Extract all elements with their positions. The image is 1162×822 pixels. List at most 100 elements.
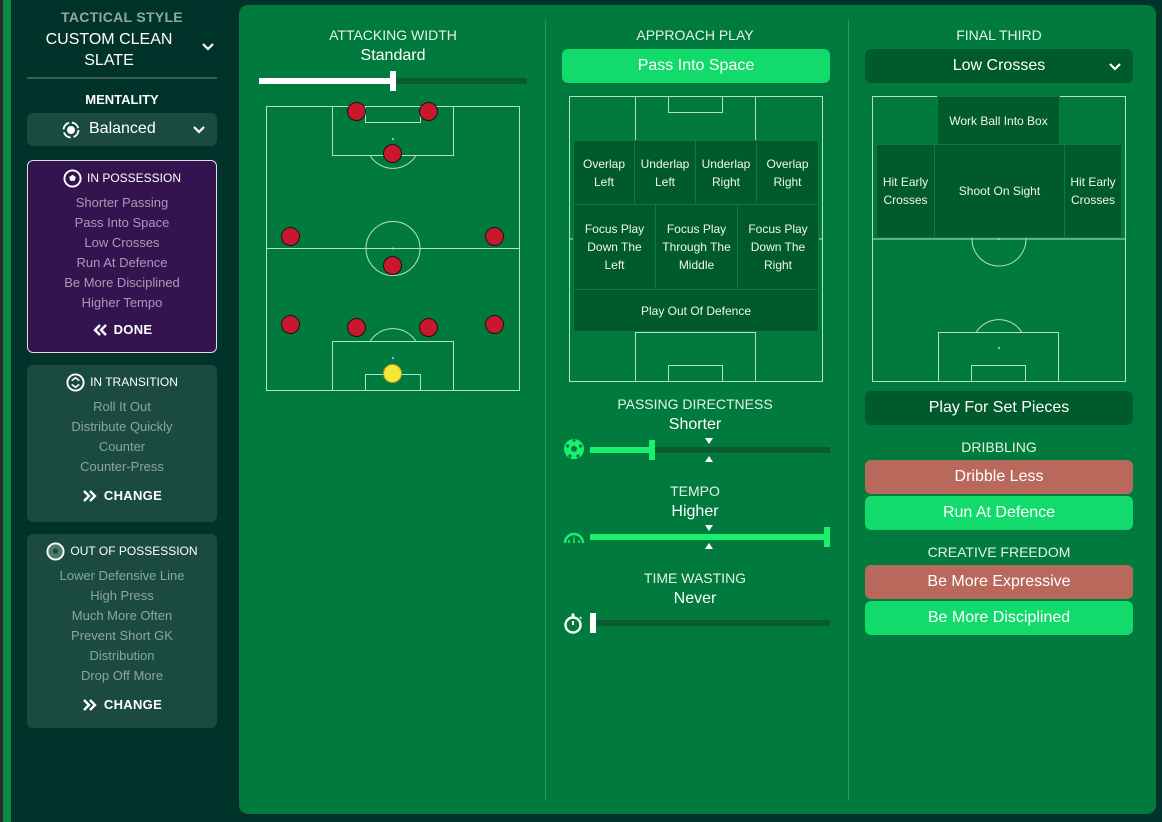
chevron-down-icon <box>193 126 205 134</box>
football-icon <box>564 439 584 459</box>
zone-underlap-right[interactable]: Underlap Right <box>695 140 757 205</box>
slider-handle[interactable] <box>648 440 655 460</box>
chevron-down-icon <box>1109 63 1121 71</box>
default-marker-icon <box>705 438 713 444</box>
final-third-dropdown[interactable]: Low Crosses <box>865 49 1133 83</box>
speedometer-icon <box>563 532 585 544</box>
slider-handle[interactable] <box>590 613 596 633</box>
time-wasting-slider[interactable] <box>590 613 830 633</box>
player-marker-dm[interactable] <box>383 255 402 275</box>
final-third-label: FINAL THIRD <box>956 27 1042 43</box>
instruction-item: Low Crosses <box>84 235 160 250</box>
double-chevron-right-icon <box>83 489 97 502</box>
chevron-down-icon[interactable] <box>201 40 215 54</box>
sidebar: TACTICAL STYLE CUSTOM CLEAN SLATE MENTAL… <box>11 0 233 822</box>
creative-freedom-label: CREATIVE FREEDOM <box>927 544 1071 560</box>
slider-handle[interactable] <box>824 527 830 547</box>
divider <box>27 77 217 79</box>
zone-work-ball-into-box[interactable]: Work Ball Into Box <box>937 96 1060 145</box>
slider-fill <box>590 447 652 453</box>
phase-title: IN TRANSITION <box>90 375 178 389</box>
instruction-item: Pass Into Space <box>74 215 170 230</box>
in-possession-panel: ATTACKING WIDTH Standard APPROACH PLAY P… <box>239 5 1156 814</box>
time-wasting-label: TIME WASTING <box>643 570 747 586</box>
approach-play-label: APPROACH PLAY <box>636 27 754 43</box>
be-more-expressive-button[interactable]: Be More Expressive <box>865 565 1133 599</box>
instruction-item: Distribute Quickly <box>71 419 173 434</box>
in-possession-card[interactable]: IN POSSESSION Shorter Passing Pass Into … <box>27 160 217 353</box>
passing-directness-label: PASSING DIRECTNESS <box>617 396 773 412</box>
out-of-possession-card[interactable]: OUT OF POSSESSION Lower Defensive Line H… <box>27 534 217 728</box>
slider-handle[interactable] <box>390 71 396 91</box>
mentality-value: Balanced <box>89 120 156 137</box>
final-third-pitch: Work Ball Into Box Hit Early Crosses Sho… <box>872 96 1126 382</box>
mentality-dropdown[interactable]: Balanced <box>27 113 217 146</box>
in-transition-card[interactable]: IN TRANSITION Roll It Out Distribute Qui… <box>27 365 217 522</box>
zone-focus-right[interactable]: Focus Play Down The Right <box>737 204 819 290</box>
instruction-item: Much More Often <box>71 608 173 623</box>
run-at-defence-button[interactable]: Run At Defence <box>865 496 1133 530</box>
instruction-item: Distribution <box>89 648 155 663</box>
passing-directness-slider[interactable] <box>590 438 830 462</box>
instruction-item: Drop Off More <box>80 668 164 683</box>
slider-fill <box>259 78 393 84</box>
instruction-item: Counter-Press <box>80 459 164 474</box>
time-wasting-value: Never <box>673 590 717 607</box>
instruction-item: Shorter Passing <box>75 195 169 210</box>
zone-play-out-of-defence[interactable]: Play Out Of Defence <box>573 289 819 332</box>
default-marker-icon <box>705 543 713 549</box>
dribbling-label: DRIBBLING <box>961 439 1037 455</box>
instruction-item: Be More Disciplined <box>64 275 180 290</box>
zone-focus-left[interactable]: Focus Play Down The Left <box>573 204 656 290</box>
attacking-width-value: Standard <box>360 47 426 64</box>
final-third-selected: Low Crosses <box>952 57 1046 74</box>
transition-icon <box>66 372 85 392</box>
zone-focus-middle[interactable]: Focus Play Through The Middle <box>655 204 738 290</box>
dribble-less-button[interactable]: Dribble Less <box>865 460 1133 494</box>
zone-overlap-right[interactable]: Overlap Right <box>756 140 819 205</box>
zone-hit-early-crosses-right[interactable]: Hit Early Crosses <box>1064 144 1122 238</box>
default-marker-icon <box>705 525 713 531</box>
slider-fill <box>590 534 827 540</box>
tactical-style-value[interactable]: CUSTOM CLEAN SLATE <box>35 29 183 71</box>
approach-play-selected-button[interactable]: Pass Into Space <box>562 49 830 83</box>
instruction-item: Roll It Out <box>93 399 151 414</box>
default-marker-icon <box>705 456 713 462</box>
tempo-value: Higher <box>671 503 719 520</box>
player-marker-mr[interactable] <box>484 227 504 247</box>
phase-instructions: Shorter Passing Pass Into Space Low Cros… <box>28 193 216 313</box>
player-marker-dr[interactable] <box>484 315 504 335</box>
change-button[interactable]: CHANGE <box>27 488 217 503</box>
passing-directness-value: Shorter <box>668 416 722 433</box>
balanced-mentality-icon <box>62 121 80 139</box>
defence-ball-icon <box>46 541 65 561</box>
stopwatch-icon <box>564 613 583 634</box>
tactical-style-label: TACTICAL STYLE <box>61 9 183 25</box>
mentality-label: MENTALITY <box>85 92 159 107</box>
change-button[interactable]: CHANGE <box>27 697 217 712</box>
player-marker-dc[interactable] <box>418 318 438 338</box>
tempo-slider[interactable] <box>590 525 830 549</box>
phase-instructions: Roll It Out Distribute Quickly Counter C… <box>27 397 217 477</box>
attacking-width-slider[interactable] <box>259 71 527 91</box>
zone-overlap-left[interactable]: Overlap Left <box>573 140 635 205</box>
be-more-disciplined-button[interactable]: Be More Disciplined <box>865 601 1133 635</box>
tempo-label: TEMPO <box>670 483 720 499</box>
player-marker-st[interactable] <box>418 101 438 121</box>
player-marker-gk[interactable] <box>383 363 402 383</box>
column-divider <box>848 20 849 800</box>
zone-underlap-left[interactable]: Underlap Left <box>634 140 696 205</box>
done-button[interactable]: DONE <box>28 322 216 337</box>
instruction-item: Run At Defence <box>76 255 168 270</box>
phase-title: IN POSSESSION <box>86 171 182 185</box>
zone-hit-early-crosses-left[interactable]: Hit Early Crosses <box>876 144 935 238</box>
instruction-item: Higher Tempo <box>81 295 163 310</box>
double-chevron-left-icon <box>92 323 107 336</box>
instruction-item: High Press <box>90 588 154 603</box>
phase-title: OUT OF POSSESSION <box>70 544 198 558</box>
zone-shoot-on-sight[interactable]: Shoot On Sight <box>934 144 1065 238</box>
play-for-set-pieces-button[interactable]: Play For Set Pieces <box>865 391 1133 425</box>
football-icon <box>63 168 82 188</box>
instruction-item: Lower Defensive Line <box>59 568 185 583</box>
approach-play-pitch: Overlap Left Underlap Left Underlap Righ… <box>569 96 823 382</box>
